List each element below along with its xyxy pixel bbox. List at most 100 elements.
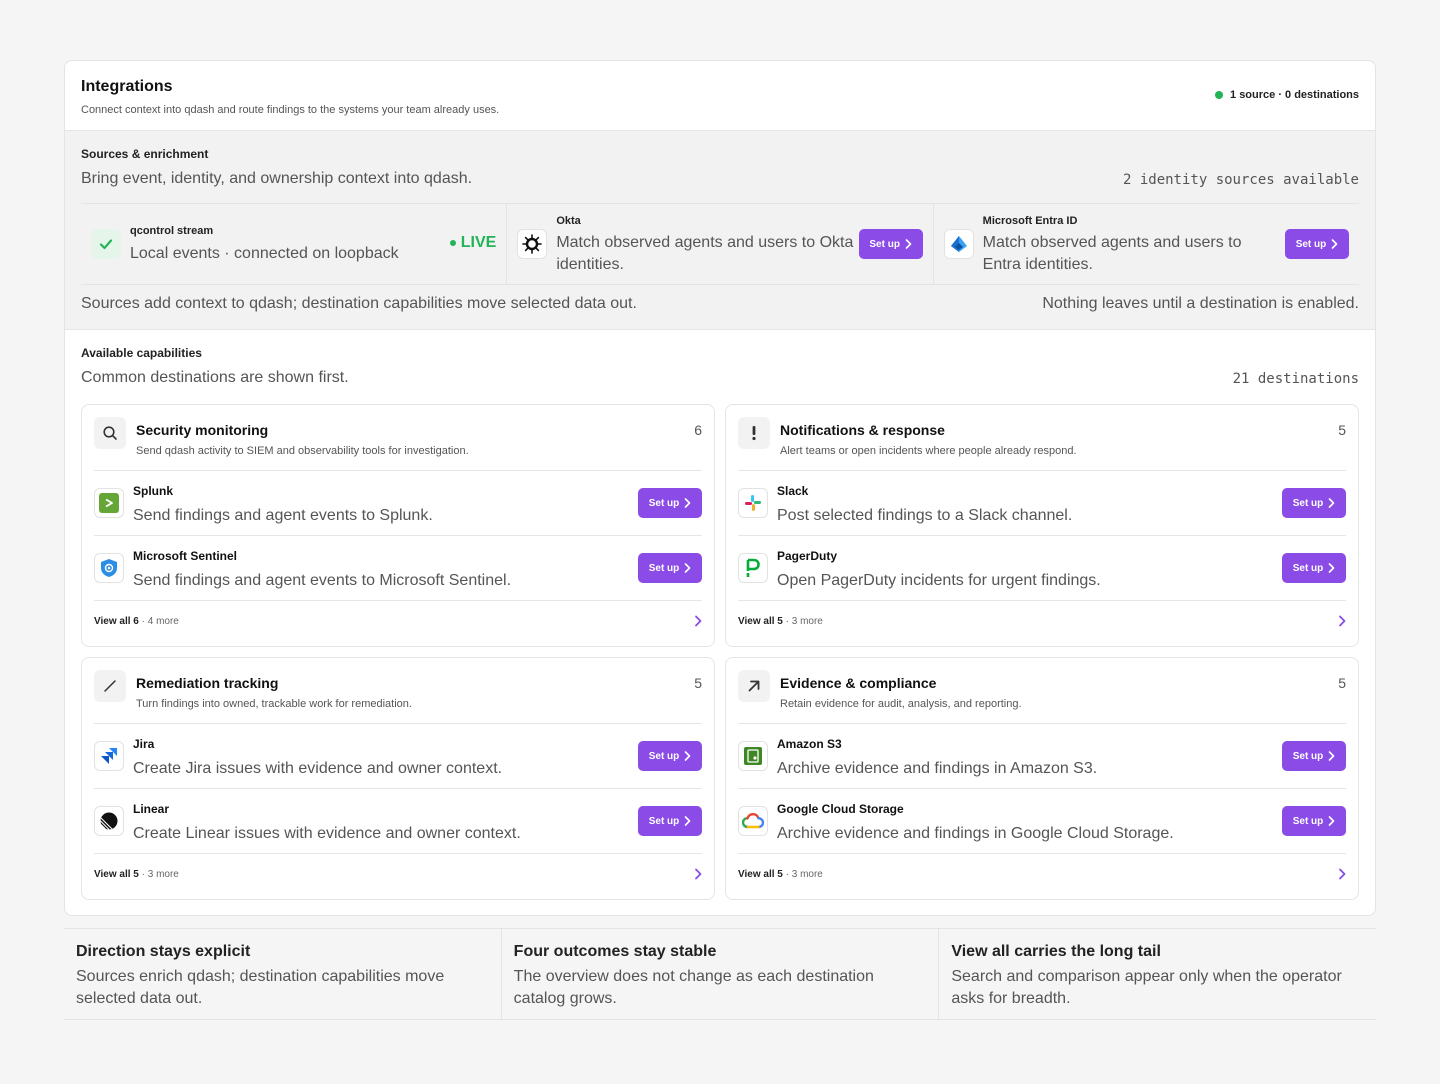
destination-jira: Jira Create Jira issues with evidence an… — [94, 723, 702, 788]
source-desc: Match observed agents and users to Okta … — [556, 234, 854, 273]
destination-name: Linear — [133, 802, 170, 816]
button-label: Set up — [648, 815, 680, 827]
sources-footer-left: Sources add context to qdash; destinatio… — [81, 295, 637, 312]
button-label: Set up — [648, 562, 680, 574]
view-all-link[interactable]: View all 6 · 4 more — [94, 600, 702, 648]
splunk-setup-button[interactable]: Set up — [638, 488, 702, 518]
card-subtitle: Send qdash activity to SIEM and observab… — [136, 445, 469, 457]
capabilities-section: Available capabilities Common destinatio… — [65, 330, 1375, 900]
view-all-text: View all 6 — [94, 616, 139, 627]
exclamation-icon — [738, 417, 770, 449]
source-name: qcontrol stream — [130, 225, 214, 237]
button-label: Set up — [648, 497, 680, 509]
sentinel-setup-button[interactable]: Set up — [638, 553, 702, 583]
destination-name: Slack — [777, 484, 809, 498]
destination-slack: Slack Post selected findings to a Slack … — [738, 470, 1346, 535]
outcome-title: Direction stays explicit — [76, 943, 251, 960]
entra-logo-icon — [943, 229, 974, 259]
live-label: LIVE — [460, 234, 497, 251]
outcome-desc: The overview does not change as each des… — [513, 968, 874, 1007]
card-notifications-response: Notifications & response Alert teams or … — [725, 404, 1359, 647]
view-all-text: View all 5 — [94, 869, 139, 880]
card-remediation-tracking: Remediation tracking Turn findings into … — [81, 657, 715, 900]
pagerduty-logo-icon — [738, 553, 768, 583]
jira-logo-icon — [94, 741, 124, 771]
card-subtitle: Turn findings into owned, trackable work… — [136, 698, 412, 710]
button-label: Set up — [1292, 815, 1324, 827]
linear-logo-icon — [94, 806, 124, 836]
sources-footer-right: Nothing leaves until a destination is en… — [1042, 295, 1359, 312]
chevron-right-icon — [1331, 239, 1338, 249]
okta-setup-button[interactable]: Set up — [858, 229, 923, 259]
chevron-right-icon — [905, 239, 912, 249]
amazon-s3-setup-button[interactable]: Set up — [1282, 741, 1346, 771]
more-count: · 3 more — [141, 869, 179, 880]
destination-desc: Create Linear issues with evidence and o… — [133, 825, 521, 842]
card-subtitle: Retain evidence for audit, analysis, and… — [780, 698, 1022, 710]
pagerduty-setup-button[interactable]: Set up — [1282, 553, 1346, 583]
google-cloud-storage-setup-button[interactable]: Set up — [1282, 806, 1346, 836]
view-all-link[interactable]: View all 5 · 3 more — [738, 853, 1346, 901]
card-subtitle: Alert teams or open incidents where peop… — [780, 445, 1077, 457]
view-all-link[interactable]: View all 5 · 3 more — [94, 853, 702, 901]
linear-setup-button[interactable]: Set up — [638, 806, 702, 836]
view-all-text: View all 5 — [738, 869, 783, 880]
capabilities-subtitle: Common destinations are shown first. — [81, 369, 349, 386]
chevron-right-icon — [695, 868, 702, 880]
card-count: 6 — [694, 422, 702, 438]
card-title: Evidence & compliance — [780, 675, 937, 691]
pencil-icon — [94, 670, 126, 702]
view-all-link[interactable]: View all 5 · 3 more — [738, 600, 1346, 648]
chevron-right-icon — [1339, 868, 1346, 880]
card-count: 5 — [1338, 675, 1346, 691]
destination-name: Jira — [133, 737, 155, 751]
outcome-item: View all carries the long tail Search an… — [939, 929, 1376, 1019]
check-icon — [91, 229, 121, 259]
jira-setup-button[interactable]: Set up — [638, 741, 702, 771]
destination-desc: Send findings and agent events to Micros… — [133, 572, 512, 589]
view-all-text: View all 5 — [738, 616, 783, 627]
chevron-right-icon — [1328, 751, 1335, 761]
destination-name: Google Cloud Storage — [777, 802, 904, 816]
search-icon — [94, 417, 126, 449]
page-subtitle: Connect context into qdash and route fin… — [81, 104, 500, 116]
card-title: Notifications & response — [780, 422, 945, 438]
chevron-right-icon — [695, 615, 702, 627]
button-label: Set up — [1292, 750, 1324, 762]
button-label: Set up — [1292, 562, 1324, 574]
destination-name: Microsoft Sentinel — [133, 549, 238, 563]
destination-desc: Archive evidence and findings in Amazon … — [777, 760, 1098, 777]
button-label: Set up — [869, 238, 900, 250]
more-count: · 4 more — [141, 616, 179, 627]
source-qcontrol-stream: qcontrol stream Local events · connected… — [81, 204, 508, 284]
button-label: Set up — [648, 750, 680, 762]
source-entra: Microsoft Entra ID Match observed agents… — [934, 204, 1359, 284]
live-dot-icon — [449, 240, 456, 246]
destination-desc: Send findings and agent events to Splunk… — [133, 507, 433, 524]
amazon-s3-logo-icon — [738, 741, 768, 771]
more-count: · 3 more — [785, 616, 823, 627]
capabilities-title: Available capabilities — [81, 346, 202, 360]
panel-header: Integrations Connect context into qdash … — [65, 61, 1375, 131]
outcome-desc: Search and comparison appear only when t… — [951, 968, 1342, 1007]
splunk-logo-icon — [94, 488, 124, 518]
slack-setup-button[interactable]: Set up — [1282, 488, 1346, 518]
source-okta: Okta Match observed agents and users to … — [507, 204, 934, 284]
button-label: Set up — [1295, 238, 1327, 250]
outcome-item: Four outcomes stay stable The overview d… — [502, 929, 940, 1019]
status-summary: 1 source · 0 destinations — [1215, 89, 1359, 101]
destination-desc: Archive evidence and findings in Google … — [777, 825, 1174, 842]
outcome-title: Four outcomes stay stable — [513, 943, 717, 960]
sources-title: Sources & enrichment — [81, 147, 209, 161]
card-security-monitoring: Security monitoring Send qdash activity … — [81, 404, 715, 647]
outcome-desc: Sources enrich qdash; destination capabi… — [76, 968, 445, 1007]
destination-sentinel: Microsoft Sentinel Send findings and age… — [94, 535, 702, 600]
button-label: Set up — [1292, 497, 1324, 509]
capabilities-count: 21 destinations — [1232, 371, 1359, 387]
destination-name: Splunk — [133, 484, 174, 498]
more-count: · 3 more — [785, 869, 823, 880]
entra-setup-button[interactable]: Set up — [1284, 229, 1349, 259]
arrow-up-right-icon — [738, 670, 770, 702]
destination-name: PagerDuty — [777, 549, 838, 563]
chevron-right-icon — [1339, 615, 1346, 627]
